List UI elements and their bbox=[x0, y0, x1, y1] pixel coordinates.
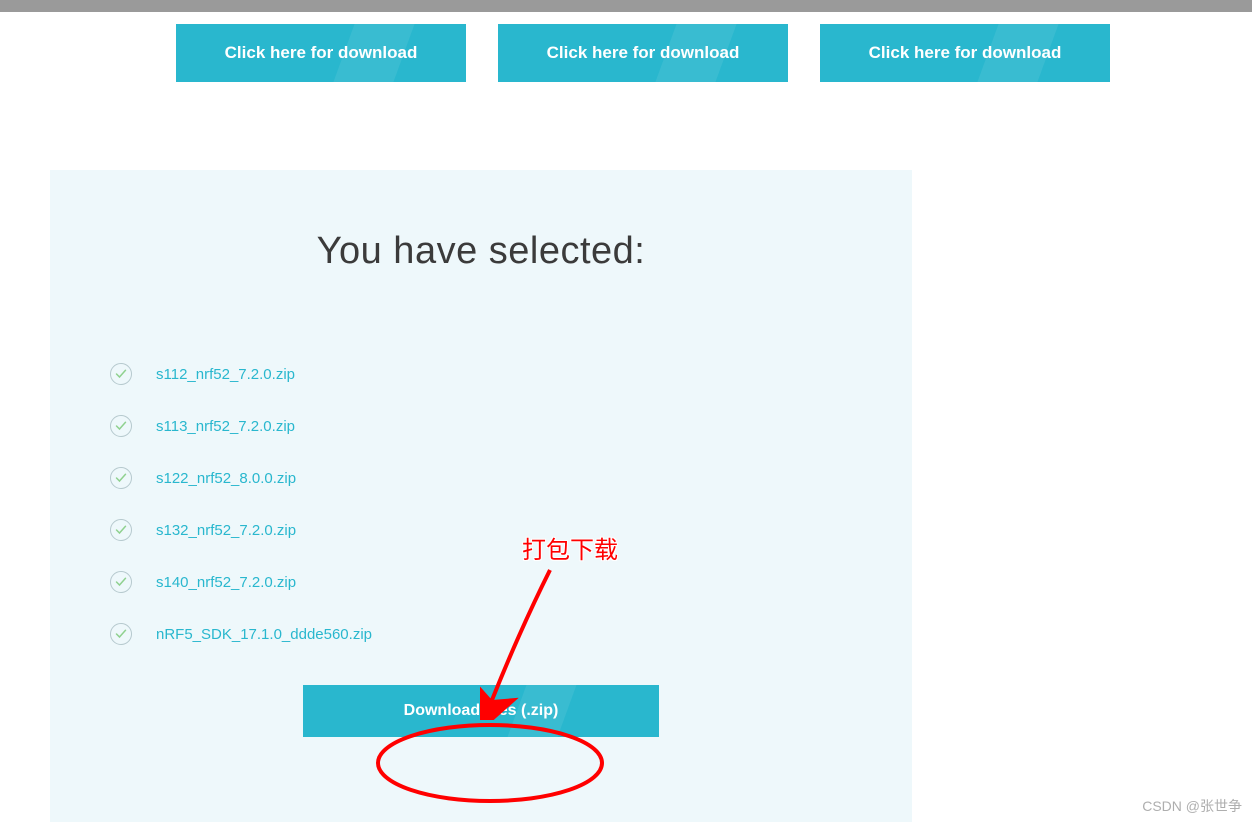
check-icon bbox=[110, 415, 132, 437]
list-item: s140_nrf52_7.2.0.zip bbox=[110, 571, 912, 593]
file-link-s122[interactable]: s122_nrf52_8.0.0.zip bbox=[156, 470, 296, 487]
download-button-1[interactable]: Click here for download bbox=[176, 24, 466, 82]
selection-panel: You have selected: s112_nrf52_7.2.0.zip … bbox=[50, 170, 912, 822]
file-link-s132[interactable]: s132_nrf52_7.2.0.zip bbox=[156, 522, 296, 539]
download-button-2[interactable]: Click here for download bbox=[498, 24, 788, 82]
check-icon bbox=[110, 363, 132, 385]
selected-file-list: s112_nrf52_7.2.0.zip s113_nrf52_7.2.0.zi… bbox=[50, 363, 912, 645]
panel-title: You have selected: bbox=[50, 230, 912, 273]
download-files-zip-button[interactable]: Download files (.zip) bbox=[303, 685, 659, 737]
download-buttons-row: Click here for download Click here for d… bbox=[0, 24, 1252, 82]
list-item: nRF5_SDK_17.1.0_ddde560.zip bbox=[110, 623, 912, 645]
file-link-s140[interactable]: s140_nrf52_7.2.0.zip bbox=[156, 574, 296, 591]
download-button-3[interactable]: Click here for download bbox=[820, 24, 1110, 82]
file-link-s112[interactable]: s112_nrf52_7.2.0.zip bbox=[156, 366, 295, 383]
list-item: s112_nrf52_7.2.0.zip bbox=[110, 363, 912, 385]
file-link-sdk[interactable]: nRF5_SDK_17.1.0_ddde560.zip bbox=[156, 626, 372, 643]
list-item: s113_nrf52_7.2.0.zip bbox=[110, 415, 912, 437]
file-link-s113[interactable]: s113_nrf52_7.2.0.zip bbox=[156, 418, 295, 435]
check-icon bbox=[110, 519, 132, 541]
list-item: s122_nrf52_8.0.0.zip bbox=[110, 467, 912, 489]
check-icon bbox=[110, 467, 132, 489]
watermark-text: CSDN @张世争 bbox=[1142, 796, 1242, 816]
check-icon bbox=[110, 571, 132, 593]
top-gray-bar bbox=[0, 0, 1252, 12]
check-icon bbox=[110, 623, 132, 645]
list-item: s132_nrf52_7.2.0.zip bbox=[110, 519, 912, 541]
